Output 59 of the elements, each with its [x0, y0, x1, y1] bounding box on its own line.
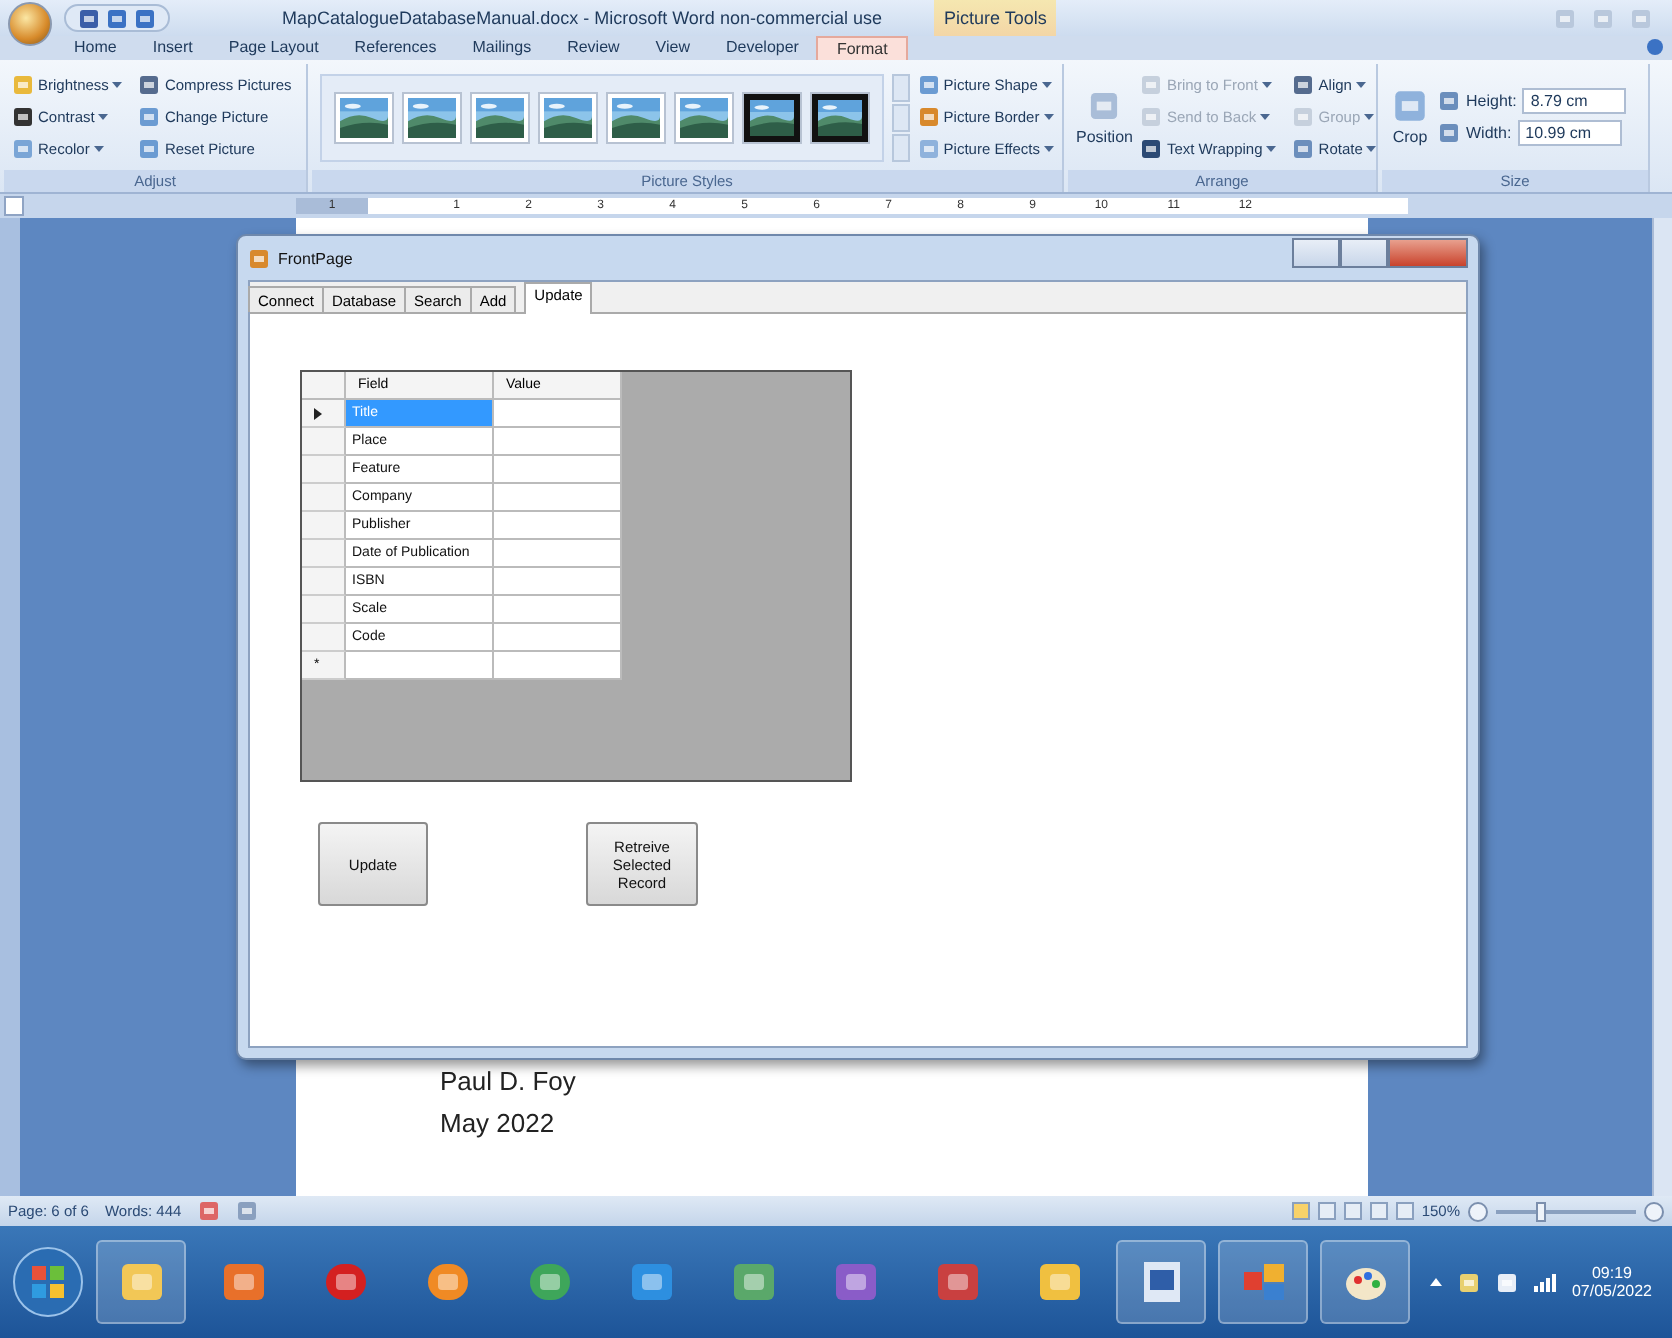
table-cell[interactable]	[494, 484, 622, 512]
outline-button[interactable]	[1369, 1202, 1388, 1220]
author-text: Paul D. Foy	[440, 1066, 578, 1096]
field-label: Height:	[1466, 92, 1517, 110]
table-cell[interactable]	[494, 624, 622, 652]
ribbon-tab[interactable]: Home	[56, 36, 135, 60]
scrollbar[interactable]	[1652, 218, 1672, 1196]
ribbon-tab[interactable]: Page Layout	[210, 36, 337, 60]
office-button[interactable]	[8, 2, 52, 46]
table-cell[interactable]	[494, 596, 622, 624]
ribbon-tab[interactable]: Mailings	[454, 36, 550, 60]
web-layout-button[interactable]	[1343, 1202, 1362, 1220]
zoom-out-button[interactable]	[1468, 1201, 1488, 1221]
table-cell[interactable]	[494, 540, 622, 568]
row-header[interactable]	[302, 400, 346, 428]
crop-button[interactable]: Crop	[1390, 88, 1430, 146]
size-spinbox[interactable]: 8.79 cm	[1522, 88, 1627, 114]
ribbon-tab[interactable]: Insert	[134, 36, 211, 60]
window-title: MapCatalogueDatabaseManual.docx - Microsoft Word non-commercial use	[282, 8, 882, 28]
table-cell[interactable]	[494, 400, 622, 428]
minimize-button[interactable]	[1292, 237, 1340, 267]
ribbon-tab[interactable]: References	[336, 36, 455, 60]
position-button[interactable]: Position	[1076, 88, 1133, 146]
help-icon[interactable]	[1646, 38, 1664, 56]
context-tab-title: Picture Tools	[933, 0, 1057, 36]
signal-icon[interactable]	[1533, 1273, 1556, 1291]
tab-selector[interactable]	[4, 196, 24, 216]
squares-icon[interactable]	[1239, 1260, 1287, 1304]
table-cell[interactable]	[494, 652, 622, 680]
table-cell[interactable]	[494, 512, 622, 540]
picture-style-gallery[interactable]	[320, 73, 884, 161]
clock-time[interactable]: 09:19	[1591, 1264, 1632, 1282]
size-spinbox[interactable]: 10.99 cm	[1517, 120, 1622, 146]
table-cell[interactable]	[346, 652, 494, 680]
ribbon-tab[interactable]: Review	[549, 36, 638, 60]
start-button[interactable]	[12, 1246, 84, 1318]
table-cell[interactable]	[494, 568, 622, 596]
table-cell[interactable]	[494, 428, 622, 456]
draft-button[interactable]	[1395, 1202, 1414, 1220]
show-hidden-icons[interactable]	[1429, 1278, 1442, 1286]
clock-date[interactable]: 07/05/2022	[1571, 1282, 1652, 1300]
ring-icon[interactable]	[321, 1260, 369, 1304]
gallery-down-button[interactable]	[892, 103, 910, 131]
ribbon-tab[interactable]: View	[637, 36, 708, 60]
form-title: FrontPage	[278, 249, 353, 267]
ribbon-tab[interactable]: Developer	[708, 36, 817, 60]
zoom-slider-thumb[interactable]	[1536, 1201, 1546, 1221]
folder-icon[interactable]	[117, 1260, 165, 1304]
gallery-more-button[interactable]	[892, 133, 910, 161]
date-text: May 2022	[440, 1108, 557, 1138]
table-cell[interactable]	[494, 456, 622, 484]
reading-view-button[interactable]	[1317, 1202, 1336, 1220]
maximize-button[interactable]	[1340, 237, 1388, 267]
zoom-in-button[interactable]	[1644, 1201, 1664, 1221]
gallery-up-button[interactable]	[892, 73, 910, 101]
field-label: Width:	[1466, 124, 1512, 142]
close-button[interactable]	[1388, 237, 1468, 267]
print-layout-button[interactable]	[1291, 1202, 1310, 1220]
ribbon-tab[interactable]: Format	[816, 36, 908, 60]
